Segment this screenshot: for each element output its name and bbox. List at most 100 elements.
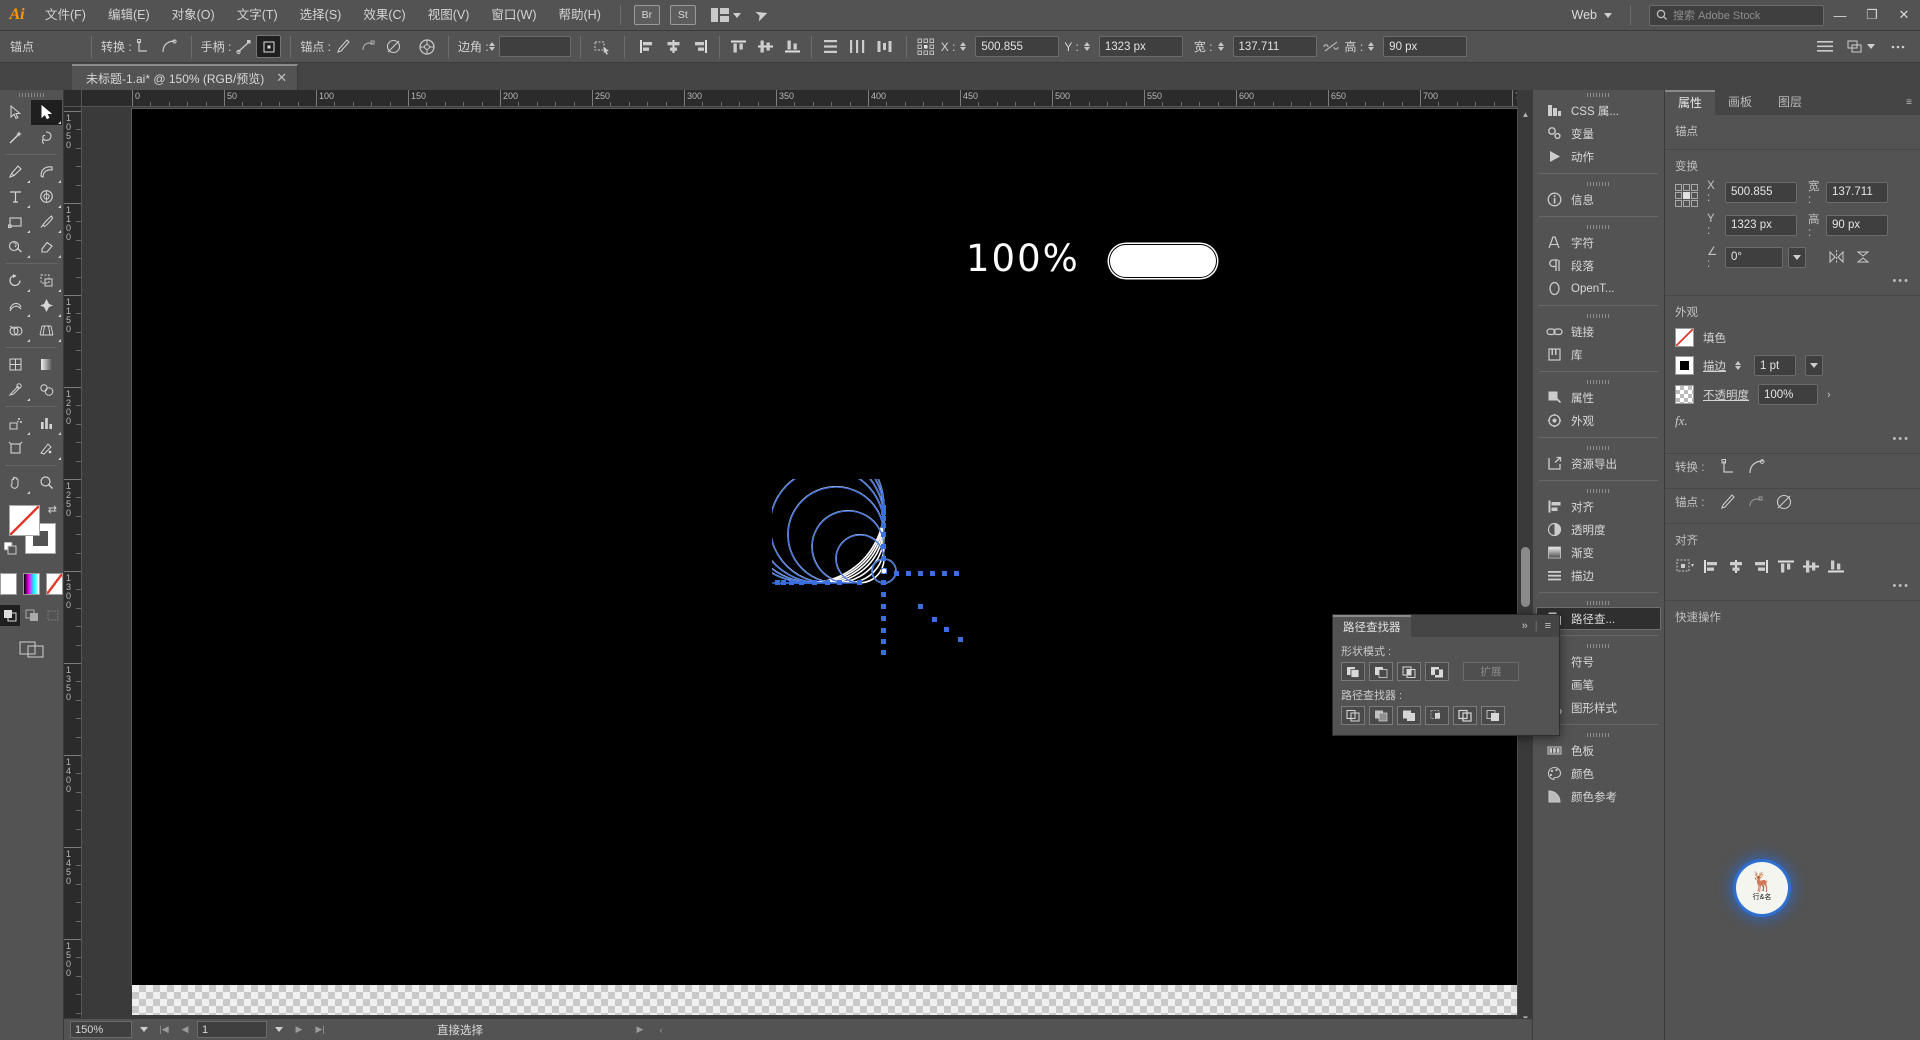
dock-paragraph[interactable]: 段落 xyxy=(1536,254,1661,277)
align-bottom-button[interactable] xyxy=(1825,556,1847,576)
align-center-v-button[interactable] xyxy=(1800,556,1822,576)
angle-field[interactable]: 0° xyxy=(1725,246,1783,268)
distribute-h-button[interactable] xyxy=(845,35,870,58)
eraser-tool[interactable] xyxy=(31,234,62,259)
screen-mode-button[interactable] xyxy=(0,640,63,658)
unite-button[interactable] xyxy=(1341,662,1365,681)
artwork-pill-shape[interactable] xyxy=(1109,244,1217,278)
spiral-arcs-artwork[interactable] xyxy=(772,479,1072,679)
dock-css[interactable]: CSS 属... xyxy=(1536,99,1661,122)
perspective-grid-tool[interactable] xyxy=(31,318,62,343)
tab-layers[interactable]: 图层 xyxy=(1765,90,1815,115)
align-right-button[interactable] xyxy=(1750,556,1772,576)
align-top-button[interactable] xyxy=(726,35,751,58)
vertical-scrollbar-thumb[interactable] xyxy=(1521,547,1530,607)
pathfinder-tab[interactable]: 路径查找器 xyxy=(1333,615,1411,637)
status-collapse-icon[interactable]: ‹ xyxy=(652,1021,670,1038)
dock-gradient[interactable]: 渐变 xyxy=(1536,541,1661,564)
cut-path-button[interactable] xyxy=(1773,492,1795,512)
convert-to-smooth-button[interactable] xyxy=(157,35,182,58)
outline-button[interactable] xyxy=(1453,706,1477,725)
zoom-tool[interactable] xyxy=(31,470,62,495)
menu-help[interactable]: 帮助(H) xyxy=(548,0,612,31)
dock-character[interactable]: 字符 xyxy=(1536,231,1661,254)
horizontal-ruler[interactable]: 0 50 100 150 200 250 300 350 400 450 500 550 600 650 7… xyxy=(82,90,1517,107)
color-button[interactable] xyxy=(0,573,17,595)
first-artboard-button[interactable]: |◀ xyxy=(155,1021,173,1038)
free-transform-tool[interactable] xyxy=(31,293,62,318)
direct-selection-tool[interactable] xyxy=(31,100,62,125)
align-left-button[interactable] xyxy=(634,35,659,58)
dock-variables[interactable]: 变量 xyxy=(1536,122,1661,145)
arrange-documents-button[interactable] xyxy=(710,8,741,22)
collapse-icon[interactable]: » xyxy=(1522,620,1528,632)
connect-anchors-button[interactable] xyxy=(356,35,381,58)
paintbrush-tool[interactable] xyxy=(31,209,62,234)
symbol-sprayer-tool[interactable] xyxy=(0,411,31,436)
artboard-tool[interactable] xyxy=(0,436,31,461)
align-more-options[interactable]: ••• xyxy=(1665,580,1920,592)
discover-rocket-icon[interactable]: ➤ xyxy=(752,3,771,26)
dock-color-guide[interactable]: 颜色参考 xyxy=(1536,785,1661,808)
hamburger-menu-icon[interactable] xyxy=(1812,35,1837,58)
type-tool[interactable] xyxy=(0,184,31,209)
menu-file[interactable]: 文件(F) xyxy=(34,0,97,31)
tab-artboards[interactable]: 画板 xyxy=(1715,90,1765,115)
fill-swatch[interactable] xyxy=(1675,328,1694,347)
h-field[interactable]: 90 px xyxy=(1826,214,1888,236)
dock-swatches[interactable]: 色板 xyxy=(1536,739,1661,762)
align-top-button[interactable] xyxy=(1775,556,1797,576)
gradient-button[interactable] xyxy=(23,573,40,595)
menu-view[interactable]: 视图(V) xyxy=(417,0,481,31)
w-field[interactable]: 137.711 xyxy=(1826,181,1888,203)
isolate-anchor-button[interactable] xyxy=(414,35,439,58)
opacity-label[interactable]: 不透明度 xyxy=(1703,387,1749,403)
dock-grip[interactable] xyxy=(1533,598,1664,607)
artboard-number-field[interactable]: 1 xyxy=(197,1021,267,1038)
magic-wand-tool[interactable] xyxy=(0,125,31,150)
convert-to-smooth-button[interactable] xyxy=(1745,457,1767,477)
dock-library[interactable]: 库 xyxy=(1536,343,1661,366)
prev-artboard-button[interactable]: ◀ xyxy=(176,1021,194,1038)
column-graph-tool[interactable] xyxy=(31,411,62,436)
align-left-button[interactable] xyxy=(1700,556,1722,576)
reference-point-selector[interactable] xyxy=(1675,184,1699,208)
scale-tool[interactable] xyxy=(31,268,62,293)
distribute-spacing-button[interactable] xyxy=(872,35,897,58)
x-field[interactable]: 500.855 xyxy=(1725,181,1797,203)
flip-vertical-icon[interactable] xyxy=(1852,247,1874,267)
fx-icon[interactable]: fx. xyxy=(1675,413,1688,429)
hide-handles-button[interactable] xyxy=(256,35,282,58)
dock-actions[interactable]: 动作 xyxy=(1536,145,1661,168)
hand-tool[interactable] xyxy=(0,470,31,495)
y-field[interactable]: 1323 px xyxy=(1098,36,1183,57)
convert-to-corner-button[interactable] xyxy=(1717,457,1739,477)
align-center-v-button[interactable] xyxy=(753,35,778,58)
eyedropper-tool[interactable] xyxy=(0,377,31,402)
stroke-weight-stepper[interactable] xyxy=(1735,361,1741,370)
swap-fill-stroke-icon[interactable]: ⇄ xyxy=(48,503,57,516)
stroke-swatch[interactable] xyxy=(1675,356,1694,375)
tab-properties[interactable]: 属性 xyxy=(1665,90,1716,115)
dock-grip[interactable] xyxy=(1533,222,1664,231)
window-close-button[interactable]: ✕ xyxy=(1888,0,1920,31)
x-field[interactable]: 500.855 xyxy=(975,36,1060,57)
crop-button[interactable] xyxy=(1425,706,1449,725)
draw-behind-icon[interactable] xyxy=(22,605,42,626)
x-stepper[interactable] xyxy=(960,42,967,51)
distribute-v-button[interactable] xyxy=(818,35,843,58)
window-minimize-button[interactable]: — xyxy=(1824,0,1856,31)
vertical-ruler[interactable]: 1050 1100 1150 1200 1250 1300 1350 1400 1450 1500… xyxy=(64,107,82,1025)
stock-search-input[interactable]: 搜索 Adobe Stock xyxy=(1649,4,1824,26)
align-center-h-button[interactable] xyxy=(1725,556,1747,576)
pathfinder-panel[interactable]: 路径查找器 » | ≡ 形状模式 : 扩展 路径查找器 : xyxy=(1332,614,1560,736)
h-stepper[interactable] xyxy=(1368,42,1375,51)
align-center-h-button[interactable] xyxy=(661,35,686,58)
convert-to-corner-button[interactable] xyxy=(132,35,157,58)
shaper-tool[interactable] xyxy=(0,234,31,259)
opacity-expand-icon[interactable]: › xyxy=(1827,389,1831,401)
tools-panel-grip[interactable] xyxy=(0,90,63,100)
scroll-up-icon[interactable]: ▲ xyxy=(1518,107,1533,121)
dock-grip[interactable] xyxy=(1533,311,1664,320)
w-stepper[interactable] xyxy=(1217,42,1224,51)
